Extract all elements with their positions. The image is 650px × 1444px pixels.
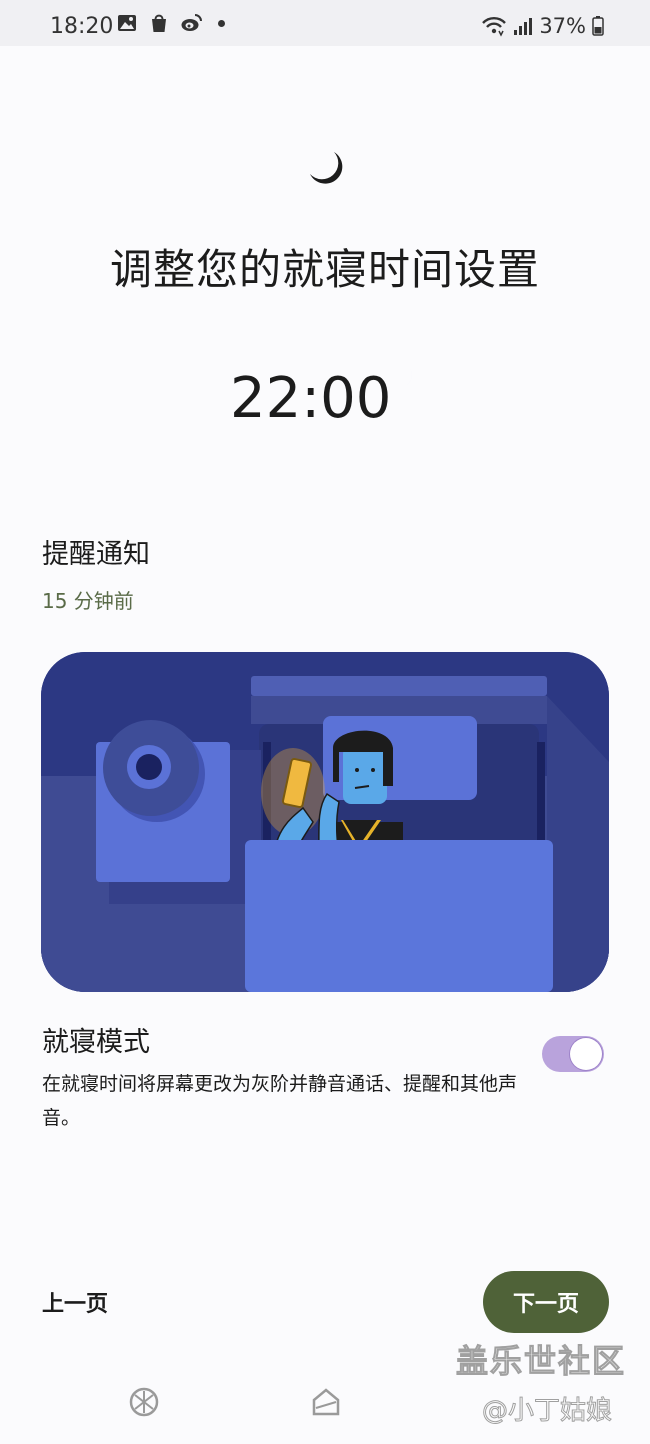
next-page-button[interactable]: 下一页 (483, 1271, 609, 1333)
previous-page-button[interactable]: 上一页 (42, 1286, 108, 1318)
status-time: 18:20 (50, 14, 114, 39)
person-in-bed-illustration (41, 652, 609, 992)
bedtime-mode-toggle[interactable] (542, 1036, 604, 1072)
toggle-knob (570, 1038, 602, 1070)
shopping-bag-icon (152, 14, 166, 32)
bedtime-setup-screen: 18:20 37% 调整您的就寝时间设置 22:00 提醒通知 15 分钟前 就… (0, 0, 650, 1444)
page-title: 调整您的就寝时间设置 (109, 245, 540, 294)
status-bar: 18:20 37% (0, 0, 650, 46)
system-indicators: 37% (481, 14, 604, 38)
watermark: 盖乐世社区 (455, 1342, 627, 1381)
battery-percentage: 37% (539, 14, 586, 38)
recent-apps-icon[interactable] (128, 1386, 160, 1418)
reminder-title: 提醒通知 (42, 539, 150, 570)
home-icon[interactable] (311, 1386, 341, 1418)
reminder-value: 15 分钟前 (42, 589, 134, 613)
weibo-icon (181, 14, 202, 31)
bedtime-mode-description: 在就寝时间将屏幕更改为灰阶并静音通话、提醒和其他声音。 (42, 1073, 518, 1129)
reminder-setting[interactable]: 提醒通知 15 分钟前 (42, 532, 150, 614)
signal-icon (514, 18, 533, 35)
bedtime-time[interactable]: 22:00 (230, 366, 391, 431)
wifi-icon (482, 17, 507, 37)
gallery-icon (118, 15, 136, 31)
moon-icon (390, 366, 412, 388)
bedtime-mode-title: 就寝模式 (42, 1027, 150, 1058)
notification-dot-icon (218, 19, 225, 27)
moon-icon (310, 152, 343, 184)
bedtime-illustration (41, 652, 609, 992)
battery-icon (592, 16, 604, 36)
watermark-author: @小丁姑娘 (481, 1396, 613, 1427)
bedtime-mode-setting: 就寝模式 在就寝时间将屏幕更改为灰阶并静音通话、提醒和其他声音。 (42, 1020, 532, 1135)
notification-icons (116, 12, 225, 34)
